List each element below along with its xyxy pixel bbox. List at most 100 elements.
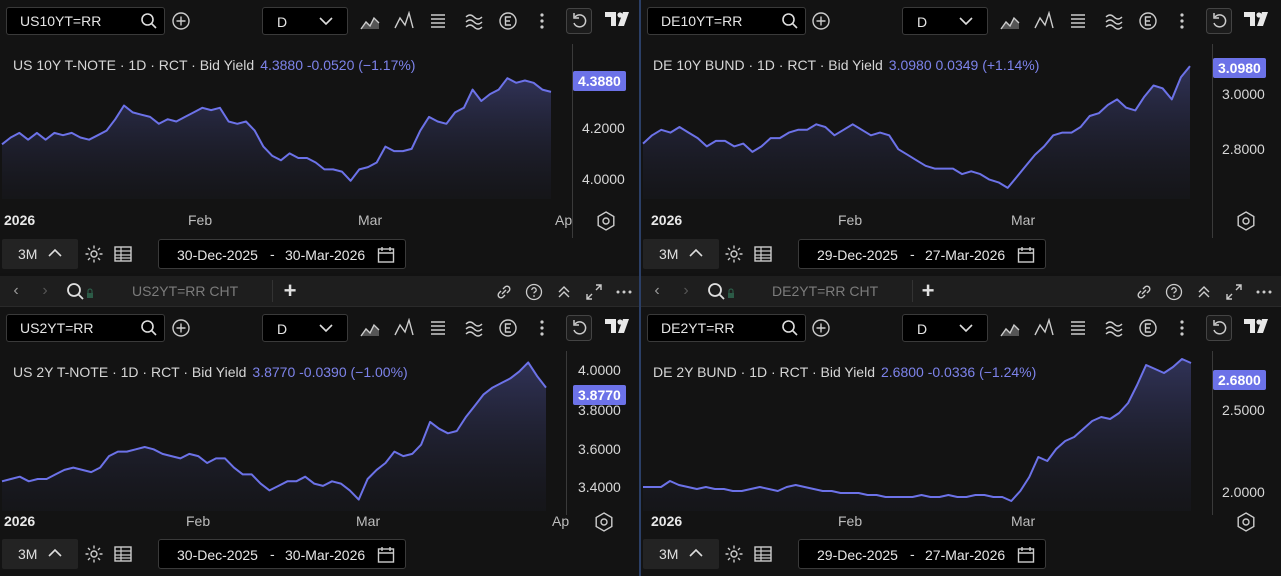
add-symbol-icon[interactable] bbox=[811, 318, 831, 338]
events-icon[interactable] bbox=[1138, 11, 1158, 31]
chart-area[interactable]: US 10Y T-NOTE · 1D · RCT · Bid Yield 4.38… bbox=[0, 44, 639, 206]
reset-icon[interactable] bbox=[566, 8, 592, 34]
more-horizontal-icon[interactable] bbox=[1255, 283, 1273, 301]
interval-select[interactable]: D bbox=[902, 314, 988, 342]
data-table-icon[interactable] bbox=[753, 244, 773, 264]
search-icon[interactable] bbox=[781, 12, 799, 30]
interval-select[interactable]: D bbox=[902, 7, 988, 35]
settings-gear-icon[interactable] bbox=[84, 244, 104, 264]
calendar-icon[interactable] bbox=[377, 546, 395, 564]
tab-title[interactable]: DE2YT=RR CHT bbox=[772, 283, 878, 299]
chart-area[interactable]: US 2Y T-NOTE · 1D · RCT · Bid Yield 3.877… bbox=[0, 351, 639, 511]
compare-waves-icon[interactable] bbox=[1104, 318, 1124, 338]
calendar-icon[interactable] bbox=[1017, 246, 1035, 264]
area-chart-type-icon[interactable] bbox=[360, 318, 380, 338]
more-vertical-icon[interactable] bbox=[1172, 11, 1192, 31]
compare-waves-icon[interactable] bbox=[1104, 11, 1124, 31]
more-vertical-icon[interactable] bbox=[532, 11, 552, 31]
indicators-icon[interactable] bbox=[1034, 318, 1054, 338]
settings-gear-icon[interactable] bbox=[724, 244, 744, 264]
compare-waves-icon[interactable] bbox=[464, 318, 484, 338]
expand-icon[interactable] bbox=[1225, 283, 1243, 301]
collapse-icon[interactable] bbox=[555, 283, 573, 301]
date-range-picker[interactable]: 29-Dec-2025 - 27-Mar-2026 bbox=[798, 539, 1046, 569]
ric-input-box[interactable] bbox=[647, 314, 806, 342]
reset-icon[interactable] bbox=[1206, 8, 1232, 34]
events-icon[interactable] bbox=[498, 11, 518, 31]
interval-select[interactable]: D bbox=[262, 314, 348, 342]
events-icon[interactable] bbox=[1138, 318, 1158, 338]
ric-input-box[interactable] bbox=[6, 7, 165, 35]
new-tab-button[interactable]: + bbox=[918, 279, 938, 303]
expand-icon[interactable] bbox=[585, 283, 603, 301]
indicators-icon[interactable] bbox=[394, 11, 414, 31]
ric-input[interactable] bbox=[648, 315, 778, 341]
forward-arrow-icon[interactable]: › bbox=[677, 282, 695, 300]
range-button[interactable]: 3M bbox=[2, 539, 78, 569]
search-icon[interactable] bbox=[140, 12, 158, 30]
compare-waves-icon[interactable] bbox=[464, 11, 484, 31]
chart-area[interactable]: DE 10Y BUND · 1D · RCT · Bid Yield 3.0980… bbox=[641, 44, 1281, 206]
ric-input[interactable] bbox=[7, 315, 137, 341]
link-icon[interactable] bbox=[1135, 283, 1153, 301]
search-icon[interactable] bbox=[140, 319, 158, 337]
search-icon[interactable] bbox=[781, 319, 799, 337]
range-button[interactable]: 3M bbox=[2, 239, 78, 269]
chart-settings-icon[interactable] bbox=[1236, 512, 1256, 532]
app-search-icon[interactable] bbox=[707, 282, 737, 302]
settings-gear-icon[interactable] bbox=[724, 544, 744, 564]
interval-select[interactable]: D bbox=[262, 7, 348, 35]
ric-input-box[interactable] bbox=[647, 7, 806, 35]
data-table-icon[interactable] bbox=[113, 544, 133, 564]
back-arrow-icon[interactable]: ‹ bbox=[648, 282, 666, 300]
add-symbol-icon[interactable] bbox=[171, 11, 191, 31]
calendar-icon[interactable] bbox=[377, 246, 395, 264]
reset-icon[interactable] bbox=[566, 315, 592, 341]
tab-title[interactable]: US2YT=RR CHT bbox=[132, 283, 238, 299]
data-table-icon[interactable] bbox=[753, 544, 773, 564]
collapse-icon[interactable] bbox=[1195, 283, 1213, 301]
date-range-picker[interactable]: 30-Dec-2025 - 30-Mar-2026 bbox=[158, 239, 406, 269]
ric-input[interactable] bbox=[7, 8, 137, 34]
forward-arrow-icon[interactable]: › bbox=[36, 282, 54, 300]
new-tab-button[interactable]: + bbox=[280, 279, 300, 303]
list-icon[interactable] bbox=[428, 318, 448, 338]
area-chart-type-icon[interactable] bbox=[1000, 11, 1020, 31]
interval-value: D bbox=[917, 321, 928, 337]
more-vertical-icon[interactable] bbox=[1172, 318, 1192, 338]
tradingview-logo-icon bbox=[1244, 12, 1268, 26]
link-icon[interactable] bbox=[495, 283, 513, 301]
reset-icon[interactable] bbox=[1206, 315, 1232, 341]
ric-input-box[interactable] bbox=[6, 314, 165, 342]
more-horizontal-icon[interactable] bbox=[615, 283, 633, 301]
pane-divider[interactable] bbox=[639, 0, 641, 576]
data-table-icon[interactable] bbox=[113, 244, 133, 264]
indicators-icon[interactable] bbox=[1034, 11, 1054, 31]
area-chart-type-icon[interactable] bbox=[360, 11, 380, 31]
date-range-picker[interactable]: 30-Dec-2025 - 30-Mar-2026 bbox=[158, 539, 406, 569]
add-symbol-icon[interactable] bbox=[171, 318, 191, 338]
add-symbol-icon[interactable] bbox=[811, 11, 831, 31]
area-chart-type-icon[interactable] bbox=[1000, 318, 1020, 338]
chart-settings-icon[interactable] bbox=[596, 211, 616, 231]
more-vertical-icon[interactable] bbox=[532, 318, 552, 338]
list-icon[interactable] bbox=[1068, 318, 1088, 338]
events-icon[interactable] bbox=[498, 318, 518, 338]
x-tick: Mar bbox=[1011, 513, 1036, 529]
chart-area[interactable]: DE 2Y BUND · 1D · RCT · Bid Yield 2.6800 … bbox=[641, 351, 1281, 511]
range-button[interactable]: 3M bbox=[643, 539, 719, 569]
chart-settings-icon[interactable] bbox=[594, 512, 614, 532]
chart-settings-icon[interactable] bbox=[1236, 211, 1256, 231]
help-icon[interactable] bbox=[1165, 283, 1183, 301]
list-icon[interactable] bbox=[428, 11, 448, 31]
date-range-picker[interactable]: 29-Dec-2025 - 27-Mar-2026 bbox=[798, 239, 1046, 269]
range-button[interactable]: 3M bbox=[643, 239, 719, 269]
list-icon[interactable] bbox=[1068, 11, 1088, 31]
back-arrow-icon[interactable]: ‹ bbox=[7, 282, 25, 300]
settings-gear-icon[interactable] bbox=[84, 544, 104, 564]
indicators-icon[interactable] bbox=[394, 318, 414, 338]
app-search-icon[interactable] bbox=[66, 282, 96, 302]
ric-input[interactable] bbox=[648, 8, 778, 34]
calendar-icon[interactable] bbox=[1017, 546, 1035, 564]
help-icon[interactable] bbox=[525, 283, 543, 301]
